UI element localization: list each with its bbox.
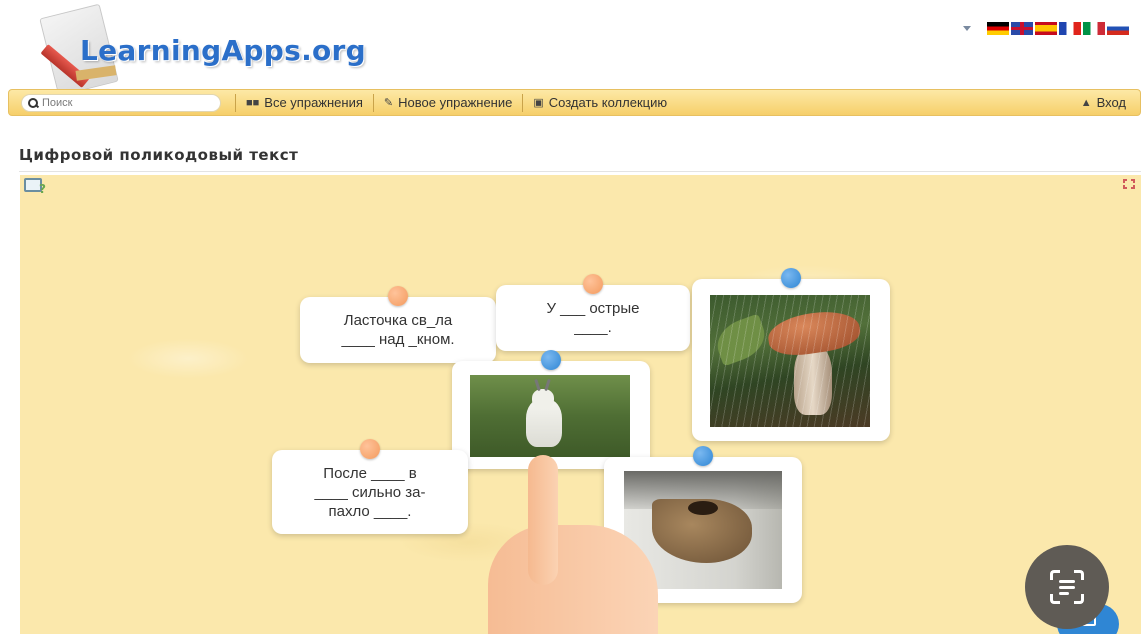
logo-text: LearningApps.org bbox=[80, 34, 366, 67]
orange-pin-icon bbox=[360, 439, 380, 459]
text-card-line: ____ сильно за- bbox=[314, 483, 426, 501]
help-icon[interactable]: ? bbox=[24, 178, 46, 196]
flag-ru-icon[interactable] bbox=[1107, 22, 1129, 35]
page-title: Цифровой поликодовый текст bbox=[19, 146, 299, 164]
nav-separator bbox=[522, 93, 524, 112]
text-card-line: У ___ острые bbox=[546, 300, 640, 317]
text-card[interactable]: Ласточка св_ла ____ над _кном. bbox=[300, 286, 496, 363]
text-card-line: ____. bbox=[574, 319, 612, 336]
text-card-line: ____ над _кном. bbox=[341, 331, 455, 348]
user-icon: ▲ bbox=[1080, 96, 1092, 109]
flag-gb-icon[interactable] bbox=[1011, 22, 1033, 35]
nav-new-exercise[interactable]: ✎ Новое упражнение bbox=[384, 95, 512, 110]
nav-create-collection[interactable]: ▣ Создать коллекцию bbox=[533, 95, 667, 110]
orange-pin-icon bbox=[388, 286, 408, 306]
blue-pin-icon bbox=[693, 446, 713, 466]
main-navbar: ■■ Все упражнения ✎ Новое упражнение ▣ С… bbox=[8, 89, 1141, 116]
flag-es-icon[interactable] bbox=[1035, 22, 1057, 35]
nav-new-exercise-label: Новое упражнение bbox=[398, 95, 513, 110]
search-box[interactable] bbox=[21, 93, 221, 112]
language-selector[interactable] bbox=[963, 22, 1129, 35]
flag-de-icon[interactable] bbox=[987, 22, 1009, 35]
scan-button[interactable] bbox=[1025, 545, 1109, 629]
scan-icon bbox=[1050, 570, 1084, 604]
image-card[interactable] bbox=[692, 268, 890, 441]
nav-separator bbox=[235, 93, 236, 112]
logo[interactable]: LearningApps.org bbox=[18, 3, 398, 97]
nav-separator bbox=[372, 93, 374, 112]
exercise-app-area[interactable]: ? Ласточка св_ла ____ над _кном. У ___ о… bbox=[20, 175, 1141, 634]
pencil-icon: ✎ bbox=[383, 97, 394, 109]
login-button[interactable]: ▲ Вход bbox=[1081, 95, 1126, 110]
blue-pin-icon bbox=[781, 268, 801, 288]
search-input[interactable] bbox=[42, 96, 202, 109]
text-card[interactable]: После ____ в ____ сильно за- пахло ____. bbox=[272, 439, 468, 534]
mushroom-image bbox=[710, 295, 870, 427]
text-card-line: пахло ____. bbox=[328, 502, 412, 520]
nav-create-collection-label: Создать коллекцию bbox=[548, 95, 668, 110]
language-dropdown-arrow-icon[interactable] bbox=[963, 26, 971, 31]
hand-pointer-icon bbox=[488, 445, 668, 634]
text-card[interactable]: У ___ острые ____. bbox=[496, 274, 690, 351]
login-label: Вход bbox=[1096, 95, 1126, 110]
grid-icon: ■■ bbox=[246, 96, 260, 109]
collection-icon: ▣ bbox=[533, 97, 544, 109]
nav-all-exercises-label: Все упражнения bbox=[264, 95, 363, 110]
blue-pin-icon bbox=[541, 350, 561, 370]
flag-fr-icon[interactable] bbox=[1059, 22, 1081, 35]
title-divider bbox=[19, 171, 1141, 172]
text-card-line: Ласточка св_ла bbox=[343, 312, 453, 329]
nav-all-exercises[interactable]: ■■ Все упражнения bbox=[246, 95, 363, 110]
search-icon bbox=[28, 97, 38, 108]
orange-pin-icon bbox=[583, 274, 603, 294]
text-card-line: После ____ в bbox=[323, 464, 417, 482]
flag-it-icon[interactable] bbox=[1083, 22, 1105, 35]
fullscreen-icon[interactable] bbox=[1123, 179, 1135, 189]
